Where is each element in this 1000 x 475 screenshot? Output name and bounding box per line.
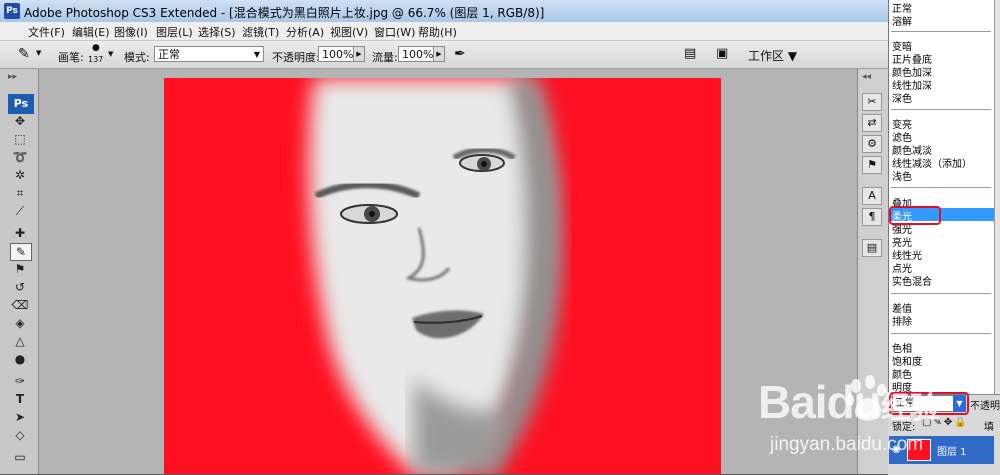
brush-tool-icon[interactable]: ✎ (18, 46, 30, 62)
notes-tool-icon[interactable]: ▭ (10, 449, 30, 465)
ps-logo[interactable]: Ps (8, 94, 34, 114)
menu-view[interactable]: 视图(V) (330, 24, 368, 40)
chevron-down-icon: ▼ (253, 50, 260, 59)
watermark-brand-text: Baidu (758, 376, 882, 428)
brush-size: 137 (88, 55, 104, 64)
brush-dot-icon[interactable]: ● (92, 43, 100, 53)
history-panel-icon[interactable]: ⇄ (862, 114, 882, 132)
shape-tool-icon[interactable]: ◇ (10, 427, 30, 443)
tool-preset-arrow-icon[interactable]: ▼ (36, 49, 41, 57)
flow-label: 流量: (372, 51, 398, 64)
app-icon: Ps (4, 3, 20, 19)
menu-help[interactable]: 帮助(H) (418, 24, 457, 40)
menu-image[interactable]: 图像(I) (114, 24, 148, 40)
workspace-button[interactable]: 工作区 ▼ (748, 47, 797, 64)
navigator-icon[interactable]: ✂ (862, 93, 882, 111)
layer-name: 图层 1 (937, 447, 967, 458)
separator (891, 333, 991, 334)
lasso-tool-icon[interactable]: ➰ (10, 149, 30, 165)
actions-panel-icon[interactable]: ⚙ (862, 135, 882, 153)
menu-window[interactable]: 窗口(W) (374, 24, 415, 40)
brush-label: 画笔: (58, 51, 84, 64)
move-tool-icon[interactable]: ✥ (10, 113, 30, 129)
eraser-tool-icon[interactable]: ⌫ (10, 297, 30, 313)
portrait-illustration (164, 78, 721, 474)
title-bar: Ps Adobe Photoshop CS3 Extended - [混合模式为… (0, 0, 1000, 23)
document-image[interactable] (164, 78, 721, 474)
paragraph-panel-icon[interactable]: ¶ (862, 208, 882, 226)
blend-mode-list: 正常 溶解 变暗 正片叠底 颜色加深 线性加深 深色 变亮 滤色 颜色减淡 线性… (888, 0, 995, 394)
clone-stamp-tool-icon[interactable]: ⚑ (10, 261, 30, 277)
separator (891, 293, 991, 294)
soft-light-highlight-box (889, 206, 941, 225)
toolbox-collapse-icon[interactable]: ▸▸ (8, 72, 17, 82)
blend-mode-darker-color[interactable]: 深色 (892, 90, 912, 105)
mode-select[interactable]: 正常 ▼ (154, 46, 264, 62)
dock-collapse-icon[interactable]: ◂◂ (862, 72, 871, 82)
palette-well-icon[interactable]: ▤ (684, 46, 696, 61)
separator (891, 109, 991, 110)
opacity-arrow-icon[interactable]: ▶ (353, 46, 365, 62)
bridge-icon[interactable]: ▣ (716, 46, 728, 61)
options-bar: ✎ ▼ 画笔: ● 137 ▼ 模式: 正常 ▼ 不透明度: 100% ▶ 流量… (0, 41, 888, 69)
opacity-label: 不透明度: (272, 51, 320, 64)
brush-tool-icon[interactable]: ✎ (10, 243, 32, 261)
paint-bucket-tool-icon[interactable]: ◈ (10, 315, 30, 331)
mode-select-value: 正常 (158, 48, 180, 61)
watermark-brand: Baidu经验 (758, 375, 940, 429)
crop-tool-icon[interactable]: ⌗ (10, 185, 30, 201)
separator (891, 31, 991, 32)
layer-opacity-label: 不透明度 (970, 401, 1000, 412)
brush-picker-arrow-icon[interactable]: ▼ (108, 50, 113, 58)
slice-tool-icon[interactable]: ⟋ (10, 203, 30, 219)
menu-file[interactable]: 文件(F) (28, 24, 65, 40)
separator (891, 187, 991, 188)
window-title: Adobe Photoshop CS3 Extended - [混合模式为黑白照… (24, 6, 545, 20)
watermark-suffix: 经验 (880, 392, 940, 425)
history-brush-tool-icon[interactable]: ↺ (10, 279, 30, 295)
magic-wand-tool-icon[interactable]: ✲ (10, 167, 30, 183)
flow-arrow-icon[interactable]: ▶ (433, 46, 445, 62)
menu-filter[interactable]: 滤镜(T) (242, 24, 279, 40)
watermark-url: jingyan.baidu.com (770, 434, 924, 455)
character-panel-icon[interactable]: A (862, 187, 882, 205)
airbrush-icon[interactable]: ✒ (454, 46, 466, 62)
menu-analysis[interactable]: 分析(A) (286, 24, 324, 40)
marquee-tool-icon[interactable]: ⬚ (10, 131, 30, 147)
dodge-tool-icon[interactable]: ● (10, 351, 30, 367)
blend-mode-exclusion[interactable]: 排除 (892, 313, 912, 328)
fill-label: 填 (984, 422, 994, 433)
tool-presets-icon[interactable]: ⚑ (862, 156, 882, 174)
blend-mode-dissolve[interactable]: 溶解 (892, 13, 912, 28)
layer-comps-icon[interactable]: ▤ (862, 239, 882, 257)
path-selection-tool-icon[interactable]: ➤ (10, 409, 30, 425)
flow-field[interactable]: 100% (398, 46, 434, 62)
blend-mode-hard-mix[interactable]: 实色混合 (892, 273, 932, 288)
opacity-field[interactable]: 100% (318, 46, 354, 62)
blend-mode-lighter-color[interactable]: 浅色 (892, 168, 912, 183)
menu-bar: 文件(F) 编辑(E) 图像(I) 图层(L) 选择(S) 滤镜(T) 分析(A… (0, 22, 888, 41)
healing-brush-tool-icon[interactable]: ✚ (10, 225, 30, 241)
type-tool-icon[interactable]: T (10, 391, 30, 407)
pen-tool-icon[interactable]: ✑ (10, 373, 30, 389)
menu-select[interactable]: 选择(S) (198, 24, 236, 40)
mode-label: 模式: (124, 51, 150, 64)
menu-edit[interactable]: 编辑(E) (72, 24, 110, 40)
blur-tool-icon[interactable]: △ (10, 333, 30, 349)
menu-layer[interactable]: 图层(L) (156, 24, 193, 40)
